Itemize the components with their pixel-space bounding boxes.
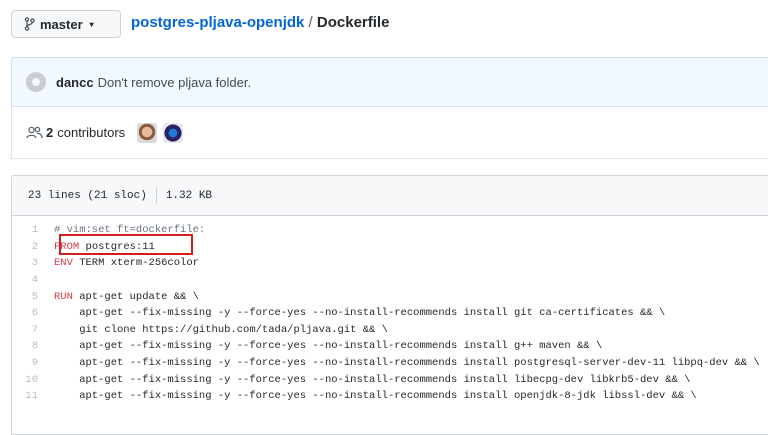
commit-message-link[interactable]: Don't remove pljava folder. (98, 75, 252, 90)
code-content: git clone https://github.com/tada/pljava… (54, 323, 388, 336)
code-line: 6 apt-get --fix-missing -y --force-yes -… (12, 305, 768, 322)
branch-icon (24, 17, 35, 31)
line-number[interactable]: 5 (12, 291, 54, 303)
code-keyword: ENV (54, 257, 73, 270)
line-number[interactable]: 6 (12, 307, 54, 319)
code-line: 3 ENV TERM xterm-256color (12, 255, 768, 272)
branch-select-button[interactable]: master ▾ (11, 10, 121, 38)
code-text: RUN apt-get update && \ (54, 291, 199, 303)
people-icon (26, 126, 43, 139)
code-line: 9 apt-get --fix-missing -y --force-yes -… (12, 355, 768, 372)
latest-commit-bar: dancc Don't remove pljava folder. (11, 57, 768, 107)
file-line-count: 23 lines (21 sloc) (28, 189, 147, 202)
commit-author-link[interactable]: dancc (56, 75, 94, 90)
breadcrumb: postgres-pljava-openjdk / Dockerfile (131, 13, 389, 33)
line-number[interactable]: 1 (12, 224, 54, 236)
code-content: TERM xterm-256color (72, 257, 199, 270)
code-content: apt-get --fix-missing -y --force-yes --n… (54, 307, 666, 320)
file-viewer: 23 lines (21 sloc) 1.32 KB 1 # vim:set ft… (11, 175, 768, 435)
line-number[interactable]: 4 (12, 274, 54, 286)
code-content: apt-get --fix-missing -y --force-yes --n… (54, 373, 691, 386)
avatar[interactable] (26, 72, 46, 92)
code-text: apt-get --fix-missing -y --force-yes --n… (54, 390, 697, 402)
line-number[interactable]: 9 (12, 357, 54, 369)
contributors-bar: 2 contributors (11, 107, 768, 159)
contributor-avatar[interactable] (137, 122, 158, 143)
file-size: 1.32 KB (165, 189, 213, 202)
breadcrumb-separator: / (304, 14, 317, 31)
code-line: 5 RUN apt-get update && \ (12, 288, 768, 305)
code-line: 8 apt-get --fix-missing -y --force-yes -… (12, 338, 768, 355)
contributors-count[interactable]: 2 (46, 125, 53, 140)
contributor-avatar[interactable] (163, 122, 184, 143)
code-text: apt-get --fix-missing -y --force-yes --n… (54, 340, 602, 352)
repo-link[interactable]: postgres-pljava-openjdk (131, 14, 304, 31)
file-info-header: 23 lines (21 sloc) 1.32 KB (12, 176, 768, 216)
file-name: Dockerfile (316, 14, 390, 31)
line-number[interactable]: 10 (12, 374, 54, 386)
code-line: 11 apt-get --fix-missing -y --force-yes … (12, 388, 768, 405)
contributors-label[interactable]: contributors (57, 125, 125, 140)
code-text: ENV TERM xterm-256color (54, 257, 199, 269)
divider (155, 187, 157, 204)
line-number[interactable]: 8 (12, 340, 54, 352)
code-line: 7 git clone https://github.com/tada/plja… (12, 322, 768, 339)
code-content: apt-get --fix-missing -y --force-yes --n… (54, 390, 697, 403)
code-line: 10 apt-get --fix-missing -y --force-yes … (12, 371, 768, 388)
code-line: 4 (12, 272, 768, 289)
code-text: apt-get --fix-missing -y --force-yes --n… (54, 307, 665, 319)
code-keyword: RUN (54, 290, 73, 303)
line-number[interactable]: 7 (12, 324, 54, 336)
code-content: apt-get --fix-missing -y --force-yes --n… (54, 340, 603, 353)
code-text: git clone https://github.com/tada/pljava… (54, 324, 388, 336)
branch-label: master (40, 16, 83, 32)
code-text: apt-get --fix-missing -y --force-yes --n… (54, 374, 690, 386)
code-content: apt-get update && \ (72, 290, 199, 303)
line-number[interactable]: 11 (12, 390, 54, 402)
line-number[interactable]: 2 (12, 241, 54, 253)
chevron-down-icon: ▾ (89, 19, 94, 29)
highlight-annotation (59, 234, 193, 255)
line-number[interactable]: 3 (12, 257, 54, 269)
code-content: apt-get --fix-missing -y --force-yes --n… (54, 357, 760, 370)
code-text: apt-get --fix-missing -y --force-yes --n… (54, 357, 760, 369)
